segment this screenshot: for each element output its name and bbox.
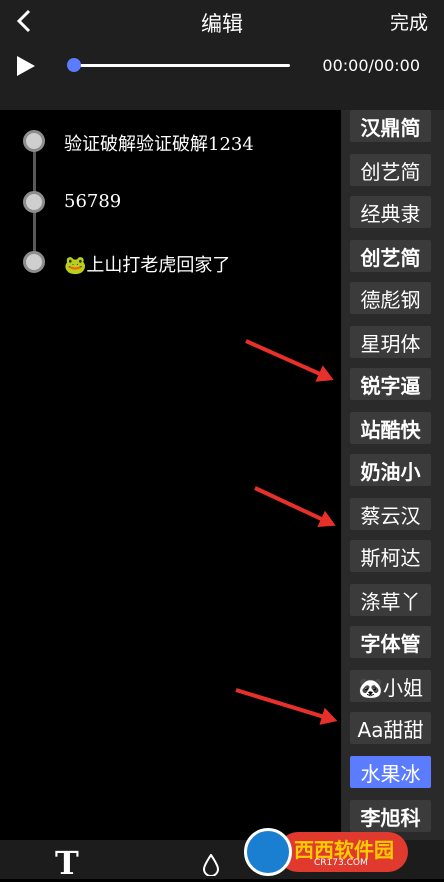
font-option[interactable]: 星玥体 [350,326,431,358]
editor-header: 编辑 完成 00:00/00:00 [0,0,444,110]
watermark-domain: CR173.COM [314,858,368,868]
watermark-logo: 西西软件园 CR173.COM [244,828,424,876]
font-option[interactable]: 斯柯达 [350,540,431,572]
lyric-line[interactable]: 🐸上山打老虎回家了 [64,251,230,277]
font-option[interactable]: 创艺简 [350,240,431,272]
annotation-arrow [235,688,335,722]
line-dot[interactable] [23,191,45,213]
line-dot[interactable] [23,251,45,273]
font-option[interactable]: Aa甜甜 [350,712,431,744]
lyric-line[interactable]: 验证破解验证破解1234 [64,130,254,156]
play-icon[interactable] [16,55,36,77]
lyric-line[interactable]: 56789 [64,191,121,212]
font-option[interactable]: 锐字逼 [350,368,431,400]
font-option[interactable]: 字体管 [350,626,431,658]
text-tool-icon[interactable]: T [55,844,79,882]
logo-c-icon [244,828,292,876]
font-option[interactable]: 蔡云汉 [350,498,431,530]
done-button[interactable]: 完成 [390,8,428,35]
font-option[interactable]: 汉鼎简 [350,110,431,142]
annotation-arrow [245,339,331,381]
playback-time: 00:00/00:00 [322,56,420,75]
page-title: 编辑 [201,12,243,36]
font-option[interactable]: 站酷快 [350,412,431,444]
font-option[interactable]: 涤草丫 [350,584,431,616]
line-dot[interactable] [23,130,45,152]
progress-thumb[interactable] [67,58,81,72]
progress-track[interactable] [74,64,290,67]
font-option[interactable]: 德彪钢 [350,282,431,314]
font-option[interactable]: 创艺简 [350,154,431,186]
color-drop-icon[interactable] [203,854,219,876]
font-option[interactable]: 奶油小 [350,454,431,486]
font-option-active[interactable]: 水果冰 [350,756,431,788]
font-panel: 汉鼎简 创艺简 经典隶 创艺简 德彪钢 星玥体 锐字逼 站酷快 奶油小 蔡云汉 … [341,110,444,840]
font-option[interactable]: 经典隶 [350,196,431,228]
annotation-arrow [254,486,333,526]
font-option[interactable]: 🐼小姐 [350,670,431,702]
